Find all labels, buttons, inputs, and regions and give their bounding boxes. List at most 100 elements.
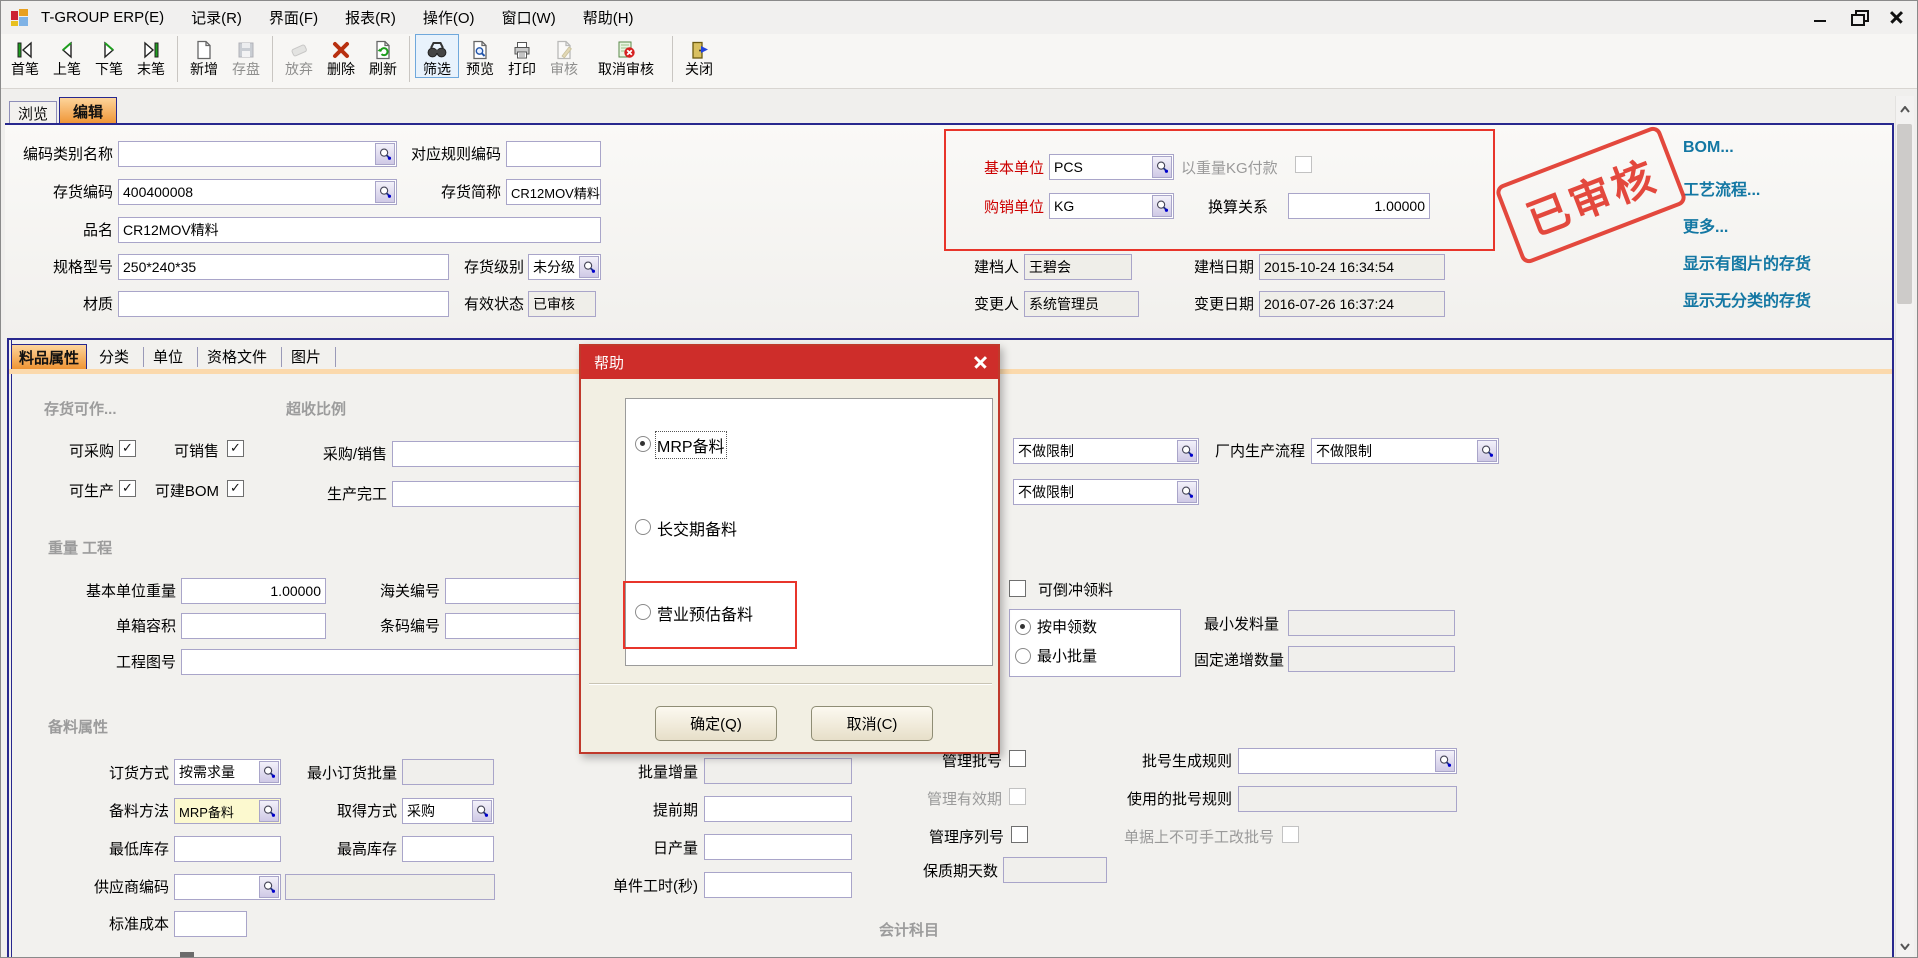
- tab-qualification-files[interactable]: 资格文件: [207, 348, 279, 367]
- code-category-label: 编码类别名称: [15, 145, 113, 164]
- ok-button[interactable]: 确定(Q): [655, 706, 777, 741]
- min-batch-radio[interactable]: [1015, 648, 1031, 664]
- lookup-icon[interactable]: [579, 256, 599, 278]
- can-build-bom-checkbox[interactable]: ✓: [227, 480, 244, 497]
- limit-field-2[interactable]: 不做限制: [1013, 479, 1199, 505]
- factory-flow-field[interactable]: 不做限制: [1311, 438, 1499, 464]
- product-name-field[interactable]: CR12MOV精料: [118, 217, 601, 243]
- save-button[interactable]: 存盘: [225, 34, 267, 77]
- menu-erp[interactable]: T-GROUP ERP(E): [41, 9, 164, 26]
- by-request-radio[interactable]: [1015, 619, 1031, 635]
- link-more[interactable]: 更多...: [1683, 213, 1728, 237]
- vertical-scrollbar[interactable]: [1895, 96, 1914, 958]
- menu-interface[interactable]: 界面(F): [269, 7, 318, 28]
- producible-checkbox[interactable]: ✓: [119, 480, 136, 497]
- print-button[interactable]: 打印: [501, 34, 543, 77]
- lookup-icon[interactable]: [259, 800, 279, 822]
- section-usable: 存货可作...: [44, 398, 117, 419]
- prev-record-button[interactable]: 上笔: [46, 34, 88, 77]
- inv-abbr-label: 存货简称: [426, 183, 501, 202]
- lookup-icon[interactable]: [472, 800, 492, 822]
- backflush-checkbox[interactable]: [1009, 580, 1026, 597]
- cancel-button[interactable]: 取消(C): [811, 706, 933, 741]
- lookup-icon[interactable]: [375, 143, 395, 165]
- box-volume-field[interactable]: [181, 613, 326, 639]
- lookup-icon[interactable]: [1177, 481, 1197, 503]
- supplier-code-field[interactable]: [174, 874, 281, 900]
- batch-rule-field[interactable]: [1238, 748, 1457, 774]
- tab-browse[interactable]: 浏览: [9, 101, 57, 124]
- mrp-prep-radio[interactable]: [635, 436, 651, 452]
- tab-edit[interactable]: 编辑: [59, 97, 117, 124]
- tab-units[interactable]: 单位: [153, 348, 195, 367]
- tab-item-attributes[interactable]: 料品属性: [11, 344, 87, 369]
- lookup-icon[interactable]: [1435, 750, 1455, 772]
- cancel-audit-button[interactable]: 取消审核: [585, 34, 667, 77]
- min-stock-field[interactable]: [174, 836, 281, 862]
- purchasable-checkbox[interactable]: ✓: [119, 440, 136, 457]
- close-form-button[interactable]: 关闭: [678, 34, 720, 77]
- lookup-icon[interactable]: [259, 761, 279, 783]
- std-cost-field[interactable]: [174, 911, 247, 937]
- link-show-with-images[interactable]: 显示有图片的存货: [1683, 250, 1811, 274]
- dialog-titlebar[interactable]: 帮助: [581, 346, 998, 379]
- rule-code-field[interactable]: [506, 141, 601, 167]
- link-show-unclassified[interactable]: 显示无分类的存货: [1683, 287, 1811, 311]
- scroll-down-icon[interactable]: [1896, 933, 1914, 958]
- tab-classification[interactable]: 分类: [99, 348, 141, 367]
- menu-operate[interactable]: 操作(O): [423, 7, 475, 28]
- long-cycle-prep-label[interactable]: 长交期备料: [657, 516, 737, 540]
- refresh-button[interactable]: 刷新: [362, 34, 404, 77]
- next-record-button[interactable]: 下笔: [88, 34, 130, 77]
- first-record-button[interactable]: 首笔: [4, 34, 46, 77]
- scrollbar-thumb[interactable]: [1897, 124, 1912, 304]
- menu-record[interactable]: 记录(R): [191, 7, 242, 28]
- lookup-icon[interactable]: [375, 181, 395, 203]
- tab-pictures[interactable]: 图片: [291, 348, 333, 367]
- acquire-mode-field[interactable]: 采购: [402, 798, 494, 824]
- audit-button[interactable]: 审核: [543, 34, 585, 77]
- link-process-flow[interactable]: 工艺流程...: [1683, 176, 1760, 200]
- unit-hours-field[interactable]: [704, 872, 852, 898]
- unit-annotation-box: [944, 129, 1495, 251]
- material-field[interactable]: [118, 291, 449, 317]
- inv-abbr-field[interactable]: CR12MOV精料: [506, 179, 601, 205]
- limit-field-1[interactable]: 不做限制: [1013, 438, 1199, 464]
- delete-button[interactable]: 删除: [320, 34, 362, 77]
- lookup-icon[interactable]: [259, 876, 279, 898]
- code-category-field[interactable]: [118, 141, 397, 167]
- long-cycle-prep-radio[interactable]: [635, 519, 651, 535]
- dialog-close-icon[interactable]: [971, 354, 988, 371]
- menu-report[interactable]: 报表(R): [345, 7, 396, 28]
- new-button[interactable]: 新增: [183, 34, 225, 77]
- producible-label: 可生产: [56, 482, 114, 501]
- max-stock-field[interactable]: [402, 836, 494, 862]
- sellable-checkbox[interactable]: ✓: [227, 440, 244, 457]
- link-bom[interactable]: BOM...: [1683, 139, 1734, 157]
- prep-method-field[interactable]: MRP备料: [174, 798, 281, 824]
- scroll-up-icon[interactable]: [1896, 96, 1914, 122]
- lookup-icon[interactable]: [1177, 440, 1197, 462]
- daily-output-field[interactable]: [704, 834, 852, 860]
- minimize-icon[interactable]: [1811, 7, 1831, 27]
- drawing-number-field[interactable]: [181, 649, 641, 675]
- preview-button[interactable]: 预览: [459, 34, 501, 77]
- restore-icon[interactable]: [1849, 7, 1869, 27]
- inv-code-field[interactable]: 400400008: [118, 179, 397, 205]
- manage-batch-checkbox[interactable]: [1009, 750, 1026, 767]
- save-icon: [235, 37, 257, 61]
- lookup-icon[interactable]: [1477, 440, 1497, 462]
- abandon-button[interactable]: 放弃: [278, 34, 320, 77]
- manage-serial-checkbox[interactable]: [1011, 826, 1028, 843]
- close-icon[interactable]: [1887, 7, 1907, 27]
- last-record-button[interactable]: 末笔: [130, 34, 172, 77]
- base-weight-field[interactable]: 1.00000: [181, 578, 326, 604]
- spec-field[interactable]: 250*240*35: [118, 254, 449, 280]
- filter-button[interactable]: 筛选: [415, 34, 459, 78]
- inv-level-field[interactable]: 未分级: [528, 254, 601, 280]
- menu-help[interactable]: 帮助(H): [583, 7, 634, 28]
- mrp-prep-label[interactable]: MRP备料: [657, 433, 725, 457]
- menu-window[interactable]: 窗口(W): [502, 7, 556, 28]
- order-mode-field[interactable]: 按需求量: [174, 759, 281, 785]
- lead-time-field[interactable]: [704, 796, 852, 822]
